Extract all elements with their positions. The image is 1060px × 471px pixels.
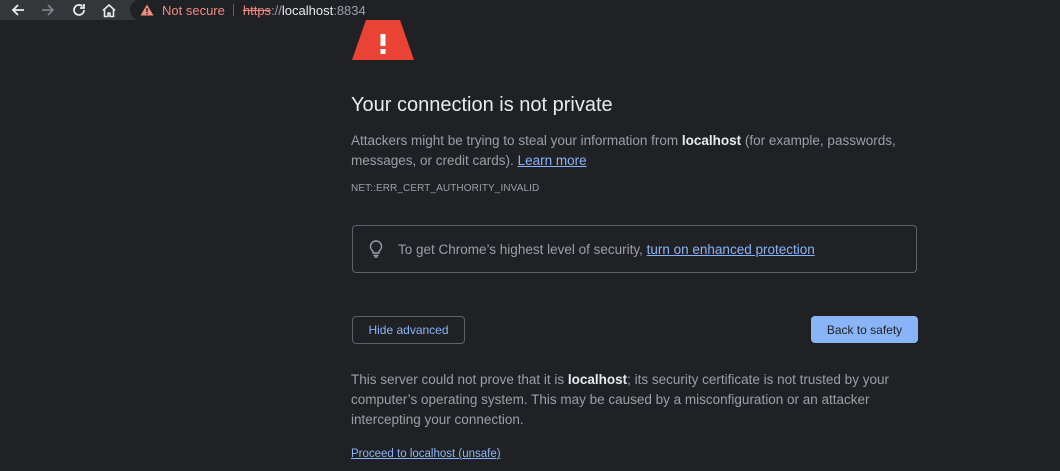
url-separator: ://	[271, 2, 282, 18]
error-code: NET::ERR_CERT_AUTHORITY_INVALID	[351, 183, 540, 194]
security-chip[interactable]: Not secure	[130, 0, 225, 20]
learn-more-link[interactable]: Learn more	[518, 153, 587, 168]
details-text: This server could not prove that it is	[351, 372, 568, 387]
hide-advanced-button[interactable]: Hide advanced	[352, 316, 465, 344]
address-bar[interactable]: Not secure https://localhost:8834	[130, 0, 1060, 20]
arrow-right-icon	[42, 4, 55, 16]
main-message-text: Attackers might be trying to steal your …	[351, 133, 682, 148]
url-scheme: https	[242, 2, 272, 18]
url-text[interactable]: https://localhost:8834	[243, 3, 366, 18]
promo-text: To get Chrome’s highest level of securit…	[398, 242, 815, 257]
details-host: localhost	[567, 372, 628, 387]
advanced-details: This server could not prove that it is l…	[351, 370, 921, 430]
proceed-unsafe-link[interactable]: Proceed to localhost (unsafe)	[351, 448, 501, 460]
back-button[interactable]	[6, 0, 30, 20]
home-icon	[102, 3, 116, 17]
back-to-safety-button[interactable]: Back to safety	[811, 316, 918, 343]
enhanced-protection-promo: To get Chrome’s highest level of securit…	[352, 225, 917, 273]
browser-toolbar: Not secure https://localhost:8834	[0, 0, 1060, 20]
url-port: :8834	[333, 2, 366, 18]
security-chip-label: Not secure	[162, 2, 225, 18]
chip-divider	[232, 4, 234, 16]
main-message-host: localhost	[681, 133, 742, 148]
arrow-left-icon	[11, 4, 24, 16]
reload-button[interactable]	[67, 0, 91, 20]
warning-triangle-icon	[140, 4, 154, 16]
warning-triangle-icon	[352, 20, 414, 60]
home-button[interactable]	[97, 0, 121, 20]
enhanced-protection-link[interactable]: turn on enhanced protection	[647, 242, 815, 257]
lightbulb-icon	[369, 240, 383, 258]
forward-button[interactable]	[36, 0, 60, 20]
url-host: localhost	[281, 2, 334, 18]
page-title: Your connection is not private	[351, 94, 613, 116]
main-message: Attackers might be trying to steal your …	[351, 131, 911, 171]
reload-icon	[73, 4, 85, 16]
promo-message: To get Chrome’s highest level of securit…	[398, 241, 647, 257]
